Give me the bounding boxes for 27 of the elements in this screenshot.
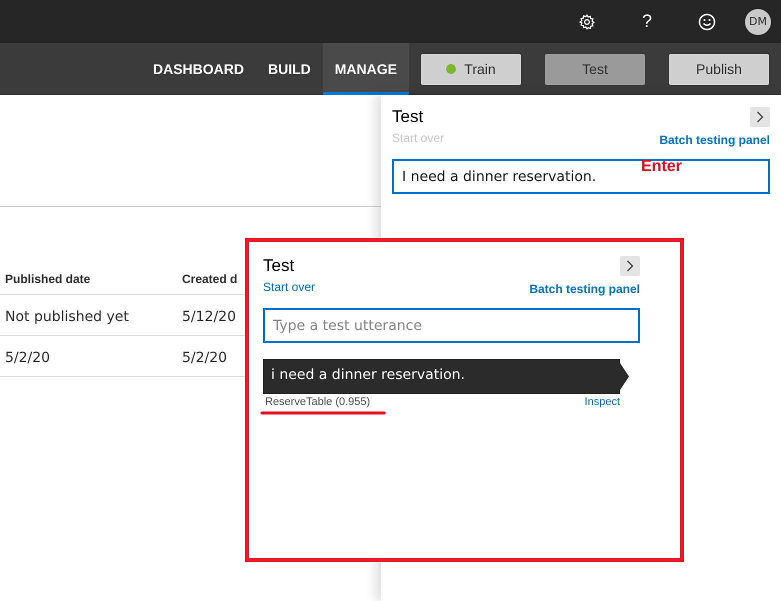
- table-cell: 5/12/20: [182, 308, 236, 324]
- user-avatar[interactable]: DM: [745, 8, 771, 34]
- table-cell: Not published yet: [5, 308, 129, 324]
- chevron-right-icon: [756, 111, 764, 123]
- help-icon[interactable]: ?: [642, 11, 652, 32]
- start-over-link[interactable]: Start over: [263, 280, 316, 294]
- inspect-link[interactable]: Inspect: [584, 396, 620, 408]
- batch-testing-link[interactable]: Batch testing panel: [659, 133, 770, 147]
- collapse-button[interactable]: [750, 107, 770, 127]
- nav-tab[interactable]: DASHBOARD: [140, 43, 256, 95]
- nav-tab[interactable]: MANAGE: [322, 43, 409, 95]
- enter-annotation: Enter: [641, 158, 682, 176]
- panel-title: Test: [392, 107, 424, 127]
- nav-tab[interactable]: BUILD: [256, 43, 323, 95]
- batch-testing-link[interactable]: Batch testing panel: [529, 282, 640, 296]
- table-cell: 5/2/20: [5, 350, 50, 366]
- table-cell: 5/2/20: [182, 350, 228, 366]
- utterance-input[interactable]: Type a test utterance: [263, 308, 640, 343]
- train-button[interactable]: Train: [421, 54, 521, 84]
- toolbar-button[interactable]: Test: [545, 54, 645, 84]
- toolbar-button[interactable]: Publish: [669, 54, 769, 84]
- panel-title: Test: [263, 256, 296, 276]
- collapse-button[interactable]: [620, 256, 640, 276]
- chevron-right-icon: [626, 260, 634, 272]
- column-header: Created d: [182, 272, 238, 286]
- column-header: Published date: [4, 272, 92, 286]
- intent-score: ReserveTable (0.955): [264, 396, 370, 408]
